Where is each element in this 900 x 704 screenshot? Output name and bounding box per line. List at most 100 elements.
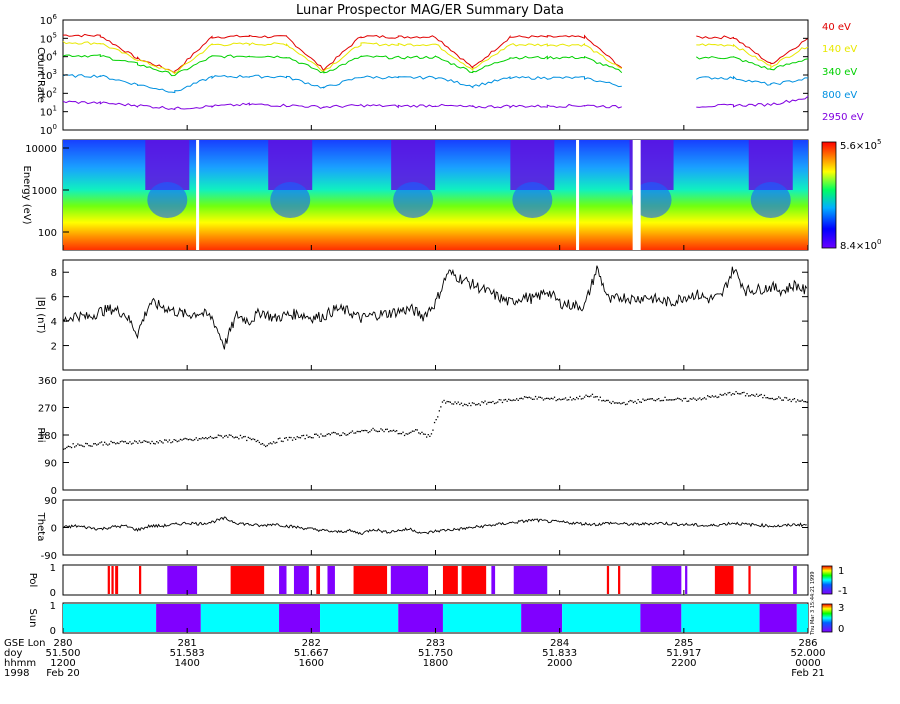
phi-point [81, 445, 84, 447]
sun-segment [681, 604, 760, 632]
phi-point [538, 396, 540, 398]
spectrogram-low-flux-tail [147, 182, 188, 218]
phi-point [636, 402, 638, 404]
phi-point [296, 436, 298, 438]
phi-point [134, 440, 136, 442]
time-axis-row-label: 1998 [4, 668, 29, 679]
theta-series [62, 516, 807, 536]
phi-point [587, 395, 589, 397]
energy-channel-legend: 40 eV 140 eV 340 eV 800 eV 2950 eV [822, 22, 864, 123]
phi-point [506, 400, 508, 402]
phi-point [478, 403, 480, 405]
phi-point [632, 401, 635, 404]
phi-point [555, 399, 557, 402]
plot-timestamp: Thu Mar 3 15:44:21 1999 [810, 571, 816, 636]
sun-segment [796, 604, 808, 632]
phi-point [284, 437, 286, 439]
phi-point [299, 437, 302, 439]
phi-point [767, 397, 769, 399]
phi-point [710, 396, 712, 398]
phi-point [500, 399, 502, 401]
phi-point [509, 399, 511, 401]
phi-point [285, 437, 287, 439]
phi-point [737, 392, 739, 395]
phi-point [175, 439, 177, 441]
phi-point [402, 431, 404, 433]
phi-point [339, 434, 341, 437]
time-axis-value: Feb 21 [791, 668, 825, 679]
phi-point [345, 434, 347, 436]
summary-plot: Lunar Prospector MAG/ER Summary Data 100… [0, 0, 900, 700]
phi-point [762, 397, 764, 399]
phi-point [598, 399, 600, 401]
phi-point [260, 443, 262, 445]
phi-point [418, 432, 420, 434]
phi-point [661, 399, 663, 402]
phi-point [475, 404, 477, 406]
phi-point [219, 434, 221, 437]
sun-segment [759, 604, 797, 632]
phi-point [730, 394, 732, 396]
pol-segment [327, 566, 335, 594]
phi-point [623, 401, 625, 404]
phi-point [798, 400, 800, 402]
phi-point [214, 436, 216, 439]
count-rate-line-2950ev [62, 95, 809, 111]
phi-point [528, 396, 530, 398]
phi-point [64, 447, 66, 450]
phi-point [593, 396, 595, 398]
phi-point [487, 401, 489, 404]
phi-point [441, 401, 444, 403]
phi-point [489, 401, 491, 403]
count-rate-line-40ev [62, 33, 809, 74]
phi-point [351, 430, 354, 432]
sun-segment [320, 604, 399, 632]
phi-point [542, 399, 545, 401]
phi-point [591, 393, 594, 395]
phi-point [536, 398, 538, 400]
phi-point [383, 430, 385, 433]
phi-point [590, 395, 592, 397]
phi-point [700, 399, 702, 401]
phi-point [782, 399, 784, 401]
phi-point [168, 439, 171, 441]
phi-point [206, 438, 208, 440]
phi-point [211, 437, 213, 439]
phi-point [200, 438, 202, 440]
sun-segment [200, 604, 280, 632]
pol-segment [618, 566, 621, 594]
pol-colorbar-top: 1 [838, 566, 844, 577]
phi-point [697, 398, 699, 400]
phi-point [422, 433, 425, 435]
phi-point [102, 444, 104, 446]
phi-point [323, 435, 325, 437]
phi-point [456, 403, 458, 405]
phi-point [560, 399, 562, 401]
phi-point [309, 436, 311, 438]
phi-point [111, 441, 114, 444]
phi-point [744, 395, 747, 397]
phi-point [629, 399, 631, 402]
phi-point [195, 437, 197, 439]
spectrogram-colorbar [821, 141, 837, 249]
phi-point [70, 446, 73, 449]
sun-segment [156, 604, 201, 632]
phi-point [781, 399, 783, 401]
phi-point [244, 435, 246, 438]
phi-point [105, 443, 107, 445]
phi-point [350, 431, 352, 434]
phi-point [115, 443, 117, 445]
phi-point [369, 431, 371, 433]
legend-label-800ev: 800 eV [822, 90, 857, 101]
phi-point [768, 397, 770, 400]
phi-point [459, 403, 461, 406]
phi-point [454, 401, 456, 403]
phi-point [719, 393, 721, 396]
phi-point [740, 393, 742, 395]
phi-point [574, 398, 576, 401]
pol-segment [167, 566, 198, 594]
phi-point [75, 445, 77, 447]
phi-point [321, 435, 324, 437]
phi-point [727, 392, 729, 394]
phi-point [634, 400, 636, 403]
